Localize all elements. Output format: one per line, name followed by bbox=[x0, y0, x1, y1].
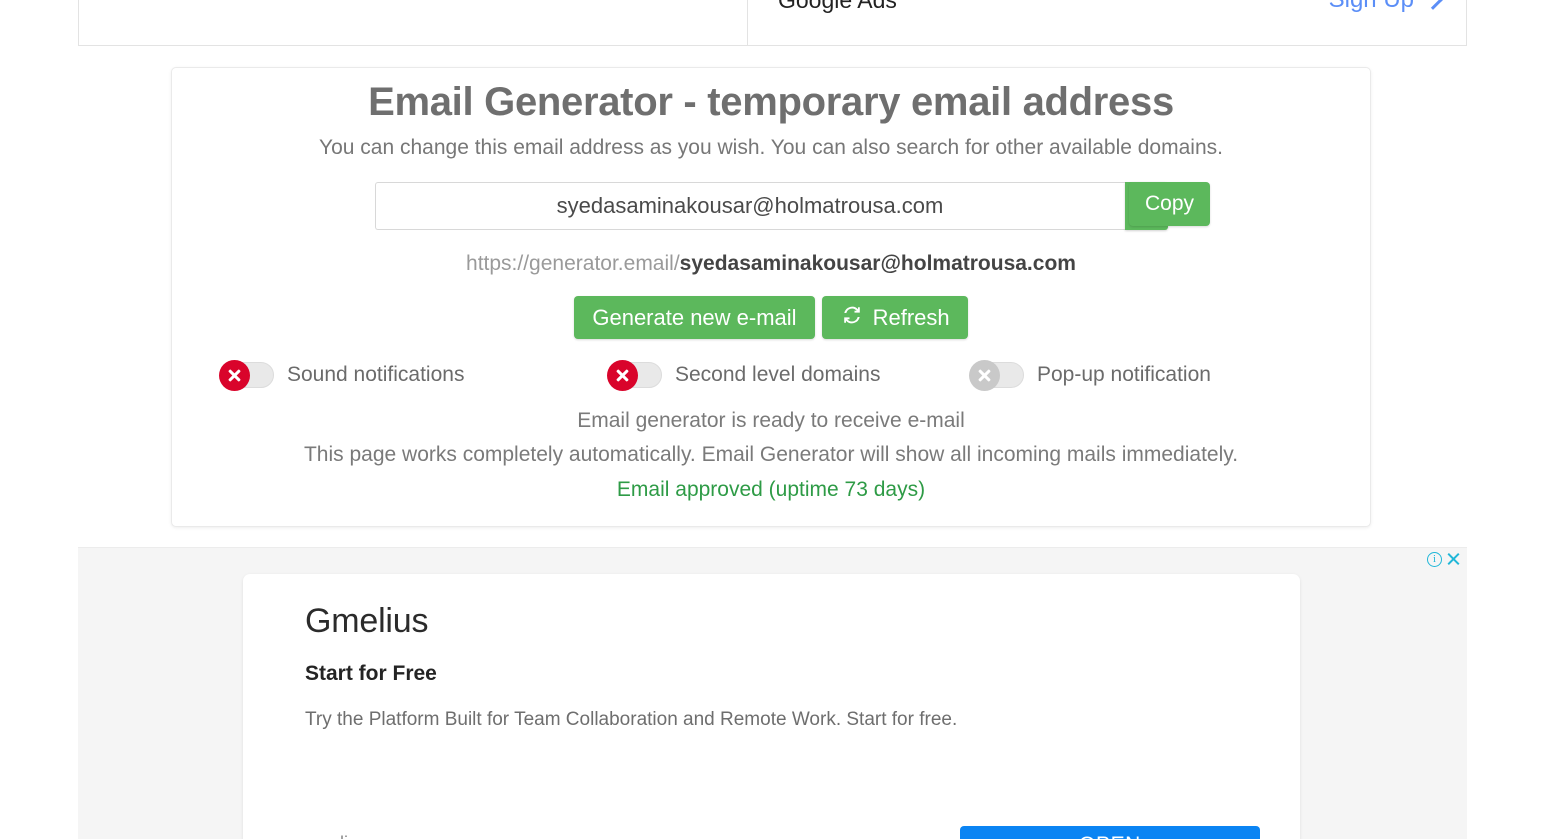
page-root: Google Ads Sign Up Email Generator - tem… bbox=[0, 0, 1549, 839]
generate-new-email-label: Generate new e-mail bbox=[592, 304, 797, 330]
ad-footer: gmelius.com OPEN bbox=[305, 826, 1260, 839]
second-level-domains-label: Second level domains bbox=[675, 363, 881, 386]
url-prefix: https://generator.email/ bbox=[466, 252, 680, 275]
ad-domain: gmelius.com bbox=[305, 833, 406, 839]
status-approved-text: Email approved (uptime 73 days) bbox=[616, 478, 926, 501]
popup-notification-switch[interactable] bbox=[969, 360, 1024, 391]
status-ready-text: Email generator is ready to receive e-ma… bbox=[577, 409, 965, 432]
switch-knob bbox=[969, 360, 1000, 391]
url-email: syedasaminakousar@holmatrousa.com bbox=[679, 252, 1076, 275]
sign-up-label: Sign Up bbox=[1329, 0, 1414, 14]
toggle-sound-notifications[interactable]: Sound notifications bbox=[219, 360, 608, 391]
ad-creative-card[interactable]: Gmelius Start for Free Try the Platform … bbox=[243, 574, 1300, 839]
ad-open-button[interactable]: OPEN bbox=[960, 826, 1260, 839]
switch-knob bbox=[607, 360, 638, 391]
page-title: Email Generator - temporary email addres… bbox=[368, 80, 1174, 124]
info-icon[interactable]: i bbox=[1427, 552, 1442, 567]
email-input[interactable] bbox=[374, 182, 1125, 230]
sign-up-link[interactable]: Sign Up bbox=[1329, 0, 1443, 14]
x-icon bbox=[227, 368, 242, 383]
x-icon bbox=[615, 368, 630, 383]
switch-knob bbox=[219, 360, 250, 391]
ad-headline: Start for Free bbox=[305, 662, 437, 685]
ad-description: Try the Platform Built for Team Collabor… bbox=[305, 709, 958, 730]
toggle-second-level-domains[interactable]: Second level domains bbox=[607, 360, 970, 391]
email-input-row: Copy bbox=[172, 182, 1370, 232]
refresh-button[interactable]: Refresh bbox=[821, 296, 968, 339]
refresh-icon bbox=[840, 303, 864, 333]
ad-controls: i bbox=[1427, 552, 1461, 567]
generate-new-email-button[interactable]: Generate new e-mail bbox=[574, 296, 815, 339]
email-input-group bbox=[374, 182, 1168, 230]
sound-notifications-switch[interactable] bbox=[219, 360, 274, 391]
x-icon bbox=[977, 368, 992, 383]
refresh-label: Refresh bbox=[872, 304, 950, 330]
top-ad-right-slot[interactable]: Google Ads Sign Up bbox=[748, 0, 1466, 45]
top-ad-left-slot[interactable] bbox=[79, 0, 748, 45]
email-url-line: https://generator.email/syedasaminakousa… bbox=[172, 252, 1370, 276]
copy-button[interactable]: Copy bbox=[1129, 182, 1210, 226]
toggle-popup-notification[interactable]: Pop-up notification bbox=[969, 360, 1211, 391]
email-generator-card: Email Generator - temporary email addres… bbox=[171, 67, 1371, 527]
toggle-options-row: Sound notifications Second level domains… bbox=[172, 360, 1370, 391]
top-ad-banner[interactable]: Google Ads Sign Up bbox=[78, 0, 1467, 46]
sound-notifications-label: Sound notifications bbox=[287, 363, 465, 386]
bottom-ad-container: i Gmelius Start for Free Try the Platfor… bbox=[78, 547, 1467, 839]
action-button-row: Generate new e-mail Refresh bbox=[172, 296, 1370, 339]
top-ad-title: Google Ads bbox=[778, 0, 897, 14]
status-info-text: This page works completely automatically… bbox=[303, 443, 1239, 466]
second-level-domains-switch[interactable] bbox=[607, 360, 662, 391]
chevron-right-icon bbox=[1423, 0, 1443, 10]
close-icon[interactable] bbox=[1446, 552, 1461, 567]
page-subtitle: You can change this email address as you… bbox=[319, 136, 1223, 159]
popup-notification-label: Pop-up notification bbox=[1037, 363, 1211, 386]
ad-brand: Gmelius bbox=[305, 602, 429, 640]
